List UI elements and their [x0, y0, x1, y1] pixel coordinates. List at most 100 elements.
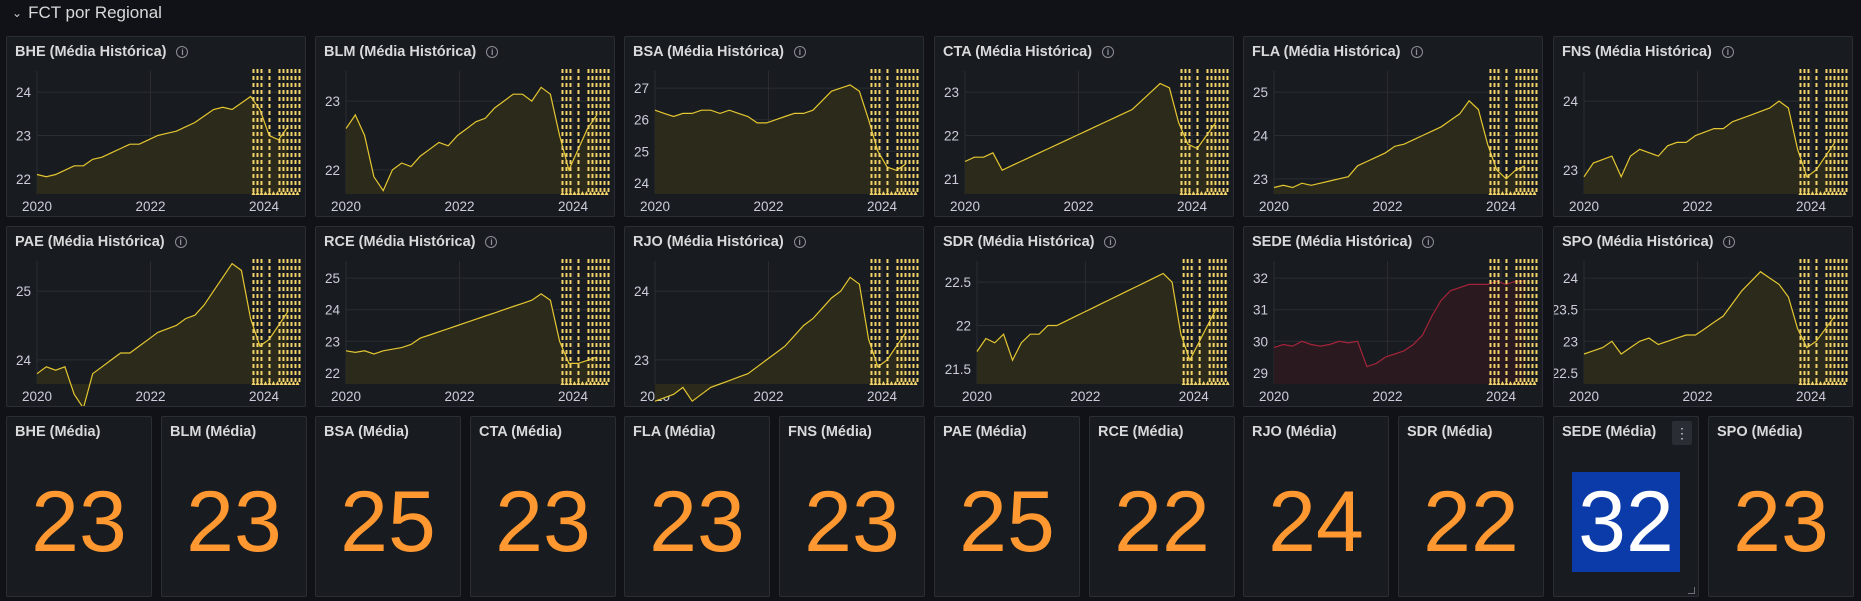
time-series-chart: 32 31 30 29 2020 2022 2024 [1253, 259, 1538, 404]
y-tick-label: 21.5 [945, 362, 971, 377]
panel-title: RCE (Média Histórica) i [324, 234, 498, 250]
stat-panel[interactable]: SPO (Média) 23 [1708, 416, 1854, 597]
stat-title: RCE (Média) [1098, 424, 1184, 440]
y-tick-label: 22 [325, 163, 340, 178]
time-series-chart: 25 24 23 22 2020 2022 2024 [325, 259, 610, 404]
panel-title: BLM (Média Histórica) i [324, 44, 499, 60]
panel-title-text: FNS (Média Histórica) [1562, 44, 1712, 60]
info-icon[interactable]: i [1721, 46, 1734, 58]
chart-panel[interactable]: FLA (Média Histórica) i 25 24 23 2020 2022 2024 [1243, 36, 1543, 217]
y-tick-label: 23 [1563, 334, 1578, 349]
x-tick-label: 2020 [22, 389, 52, 404]
x-tick-label: 2024 [558, 389, 589, 404]
stat-panel[interactable]: BLM (Média) 23 [161, 416, 307, 597]
panel-title: BHE (Média Histórica) i [15, 44, 189, 60]
chart-panel[interactable]: PAE (Média Histórica) i 25 24 2020 2022 2024 [6, 226, 306, 407]
chart-panel[interactable]: RJO (Média Histórica) i 2423202020222024 [624, 226, 924, 407]
chart-panel[interactable]: SDR (Média Histórica) i 22.5 22 21.5 2020 2022… [934, 226, 1234, 407]
x-tick-label: 2024 [867, 199, 898, 214]
x-tick-label: 2020 [962, 389, 992, 404]
y-tick-label: 24 [634, 176, 650, 191]
time-series-chart: 24 23.5 23 22.5 2020 2022 2024 [1554, 259, 1848, 404]
chart-panel[interactable]: BLM (Média Histórica) i 23 22 2020 2022 2024 [315, 36, 615, 217]
x-tick-label: 2024 [1486, 199, 1517, 214]
x-tick-label: 2020 [22, 199, 52, 214]
stat-panel[interactable]: RCE (Média) 22 [1089, 416, 1235, 597]
y-tick-label: 24 [1253, 129, 1269, 144]
y-tick-label: 22.5 [945, 275, 971, 290]
info-icon[interactable]: i [1410, 46, 1423, 58]
panel-title-text: SDR (Média Histórica) [943, 234, 1095, 250]
time-series-chart: 25 24 23 2020 2022 2024 [1253, 69, 1538, 214]
x-tick-label: 2022 [1682, 389, 1712, 404]
time-series-chart: 2423202020222024 [634, 259, 919, 404]
chart-panel[interactable]: BHE (Média Histórica) i 24 23 22 2020 2022 2024 [6, 36, 306, 217]
x-tick-label: 2022 [135, 199, 165, 214]
chart-panel[interactable]: RCE (Média Histórica) i 25 24 23 22 2020 2022 20… [315, 226, 615, 407]
y-tick-label: 26 [634, 113, 649, 128]
stat-panel[interactable]: FNS (Média) 23 [779, 416, 925, 597]
x-tick-label: 2024 [1177, 199, 1208, 214]
x-tick-label: 2024 [1486, 389, 1517, 404]
chevron-down-icon[interactable]: ⌄ [12, 6, 22, 20]
y-tick-label: 25 [16, 284, 31, 299]
y-tick-label: 25 [325, 271, 340, 286]
stat-panel[interactable]: RJO (Média) 24 [1243, 416, 1389, 597]
x-tick-label: 2022 [1070, 389, 1100, 404]
info-icon[interactable]: i [176, 46, 189, 58]
series-area [346, 87, 597, 194]
panel-title-text: CTA (Média Histórica) [943, 44, 1093, 60]
y-tick-label: 22.5 [1554, 366, 1578, 381]
y-tick-label: 22 [944, 129, 959, 144]
info-icon[interactable]: i [1723, 236, 1736, 248]
stat-title: PAE (Média) [943, 424, 1027, 440]
time-series-chart: 25 24 2020 2022 2024 [16, 259, 301, 406]
row-header[interactable]: ⌄ FCT por Regional [12, 0, 162, 26]
stat-panel[interactable]: BSA (Média) 25 [315, 416, 461, 597]
y-tick-label: 23.5 [1554, 303, 1578, 318]
stat-panel[interactable]: BHE (Média) 23 [6, 416, 152, 597]
info-icon[interactable]: i [486, 46, 499, 58]
stat-panel[interactable]: PAE (Média) 25 [934, 416, 1080, 597]
info-icon[interactable]: i [1102, 46, 1115, 58]
stat-panel[interactable]: CTA (Média) 23 [470, 416, 616, 597]
y-tick-label: 27 [634, 81, 649, 96]
chart-panel[interactable]: BSA (Média Histórica) i 27 26 25 24 2020 2022 20… [624, 36, 924, 217]
info-icon[interactable]: i [793, 236, 806, 248]
stat-value: 23 [31, 474, 127, 570]
panel-title-text: RJO (Média Histórica) [633, 234, 784, 250]
panel-title-text: SEDE (Média Histórica) [1252, 234, 1413, 250]
chart-panel[interactable]: SEDE (Média Histórica) i 32 31 30 29 2020 2022 2… [1243, 226, 1543, 407]
info-icon[interactable]: i [1104, 236, 1117, 248]
stat-title: BLM (Média) [170, 424, 257, 440]
y-tick-label: 24 [16, 85, 32, 100]
info-icon[interactable]: i [174, 236, 187, 248]
stat-panel[interactable]: SDR (Média) 22 [1398, 416, 1544, 597]
panel-title-text: SPO (Média Histórica) [1562, 234, 1714, 250]
info-icon[interactable]: i [1422, 236, 1435, 248]
chart-panel[interactable]: CTA (Média Histórica) i 23 22 21 2020 2022 2024 [934, 36, 1234, 217]
stat-panel[interactable]: FLA (Média) 23 [624, 416, 770, 597]
time-series-chart: 23 22 21 2020 2022 2024 [944, 69, 1229, 214]
info-icon[interactable]: i [793, 46, 806, 58]
info-icon[interactable]: i [485, 236, 498, 248]
more-vertical-icon[interactable]: ⋮ [1672, 421, 1692, 445]
stat-panel[interactable]: SEDE (Média) 32 ⋮ [1553, 416, 1699, 597]
panel-title: RJO (Média Histórica) i [633, 234, 806, 250]
x-tick-label: 2020 [331, 389, 361, 404]
panel-title-text: BLM (Média Histórica) [324, 44, 477, 60]
resize-handle-icon[interactable] [1688, 587, 1695, 594]
chart-panel[interactable]: SPO (Média Histórica) i 24 23.5 23 22.5 2020 20… [1553, 226, 1853, 407]
chart-panel[interactable]: FNS (Média Histórica) i 24 23 2020 2022 2024 [1553, 36, 1853, 217]
panel-title: PAE (Média Histórica) i [15, 234, 187, 250]
x-tick-label: 2022 [135, 389, 165, 404]
stat-value: 23 [1733, 474, 1829, 570]
stat-title: CTA (Média) [479, 424, 562, 440]
x-tick-label: 2020 [1259, 389, 1289, 404]
stat-title: SEDE (Média) [1562, 424, 1657, 440]
time-series-chart: 22.5 22 21.5 2020 2022 2024 [945, 259, 1230, 404]
y-tick-label: 23 [1253, 172, 1268, 187]
y-tick-label: 32 [1253, 271, 1268, 286]
y-tick-label: 31 [1253, 303, 1268, 318]
panel-title: BSA (Média Histórica) i [633, 44, 806, 60]
